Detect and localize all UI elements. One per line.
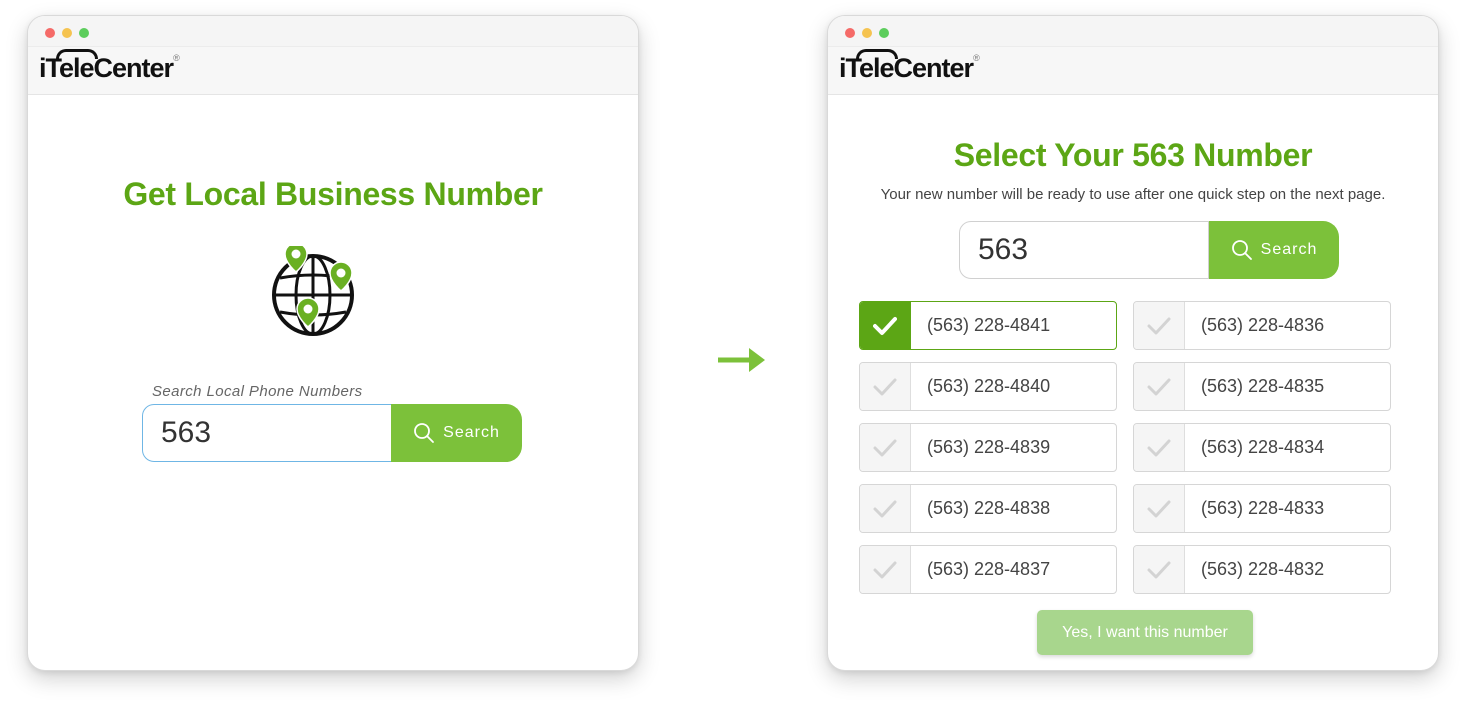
phone-number-label: (563) 228-4837 bbox=[927, 559, 1051, 579]
phone-number-label: (563) 228-4833 bbox=[1201, 498, 1325, 518]
maximize-window-dot[interactable] bbox=[879, 28, 889, 38]
checkmark-icon bbox=[860, 302, 911, 349]
checkmark-icon bbox=[1134, 424, 1185, 471]
search-button-label: Search bbox=[443, 424, 500, 441]
search-button-label: Search bbox=[1260, 241, 1318, 258]
checkmark-icon bbox=[1134, 485, 1185, 532]
phone-number-option[interactable]: (563) 228-4839 bbox=[859, 423, 1117, 472]
phone-handset-icon bbox=[56, 49, 98, 59]
globe-with-location-pins-icon bbox=[272, 246, 354, 336]
search-icon bbox=[414, 423, 435, 443]
phone-number-option[interactable]: (563) 228-4833 bbox=[1133, 484, 1391, 533]
checkmark-icon bbox=[1134, 546, 1185, 593]
checkmark-icon bbox=[860, 424, 911, 471]
checkmark-icon bbox=[860, 485, 911, 532]
search-label: Search Local Phone Numbers bbox=[152, 383, 363, 400]
phone-number-option[interactable]: (563) 228-4838 bbox=[859, 484, 1117, 533]
page-subtitle: Your new number will be ready to use aft… bbox=[880, 186, 1386, 203]
checkmark-icon bbox=[1134, 363, 1185, 410]
confirm-number-button[interactable]: Yes, I want this number bbox=[1037, 610, 1253, 655]
search-button[interactable]: Search bbox=[391, 404, 522, 462]
phone-handset-icon bbox=[856, 49, 898, 59]
phone-number-label: (563) 228-4841 bbox=[927, 315, 1051, 335]
phone-number-option[interactable]: (563) 228-4837 bbox=[859, 545, 1117, 594]
search-icon bbox=[1231, 240, 1252, 260]
search-button[interactable]: Search bbox=[1209, 221, 1339, 279]
checkmark-icon bbox=[860, 546, 911, 593]
phone-number-option[interactable]: (563) 228-4840 bbox=[859, 362, 1117, 411]
right-arrow-icon bbox=[718, 348, 765, 372]
phone-number-label: (563) 228-4838 bbox=[927, 498, 1051, 518]
browser-window-search: iTeleCenter® Get Local Business Number S… bbox=[27, 15, 639, 671]
page-title: Select Your 563 Number bbox=[953, 137, 1313, 173]
phone-number-label: (563) 228-4836 bbox=[1201, 315, 1325, 335]
phone-number-label: (563) 228-4835 bbox=[1201, 376, 1325, 396]
maximize-window-dot[interactable] bbox=[79, 28, 89, 38]
brand-logo[interactable]: iTeleCenter® bbox=[839, 49, 980, 84]
search-input[interactable] bbox=[142, 404, 392, 462]
phone-number-option[interactable]: (563) 228-4835 bbox=[1133, 362, 1391, 411]
phone-number-option[interactable]: (563) 228-4836 bbox=[1133, 301, 1391, 350]
close-window-dot[interactable] bbox=[45, 28, 55, 38]
header-bar: iTeleCenter® bbox=[828, 47, 1438, 95]
browser-window-select-number: iTeleCenter® Select Your 563 Number Your… bbox=[827, 15, 1439, 671]
search-input[interactable] bbox=[959, 221, 1209, 279]
phone-number-label: (563) 228-4840 bbox=[927, 376, 1051, 396]
window-titlebar bbox=[28, 16, 638, 47]
checkmark-icon bbox=[1134, 302, 1185, 349]
minimize-window-dot[interactable] bbox=[62, 28, 72, 38]
window-titlebar bbox=[828, 16, 1438, 47]
phone-number-option[interactable]: (563) 228-4834 bbox=[1133, 423, 1391, 472]
phone-number-label: (563) 228-4839 bbox=[927, 437, 1051, 457]
phone-number-label: (563) 228-4832 bbox=[1201, 559, 1325, 579]
minimize-window-dot[interactable] bbox=[862, 28, 872, 38]
phone-number-option[interactable]: (563) 228-4841 bbox=[859, 301, 1117, 350]
phone-number-option[interactable]: (563) 228-4832 bbox=[1133, 545, 1391, 594]
close-window-dot[interactable] bbox=[845, 28, 855, 38]
page-title: Get Local Business Number bbox=[123, 176, 543, 212]
phone-number-label: (563) 228-4834 bbox=[1201, 437, 1325, 457]
header-bar: iTeleCenter® bbox=[28, 47, 638, 95]
checkmark-icon bbox=[860, 363, 911, 410]
brand-logo[interactable]: iTeleCenter® bbox=[39, 49, 180, 84]
